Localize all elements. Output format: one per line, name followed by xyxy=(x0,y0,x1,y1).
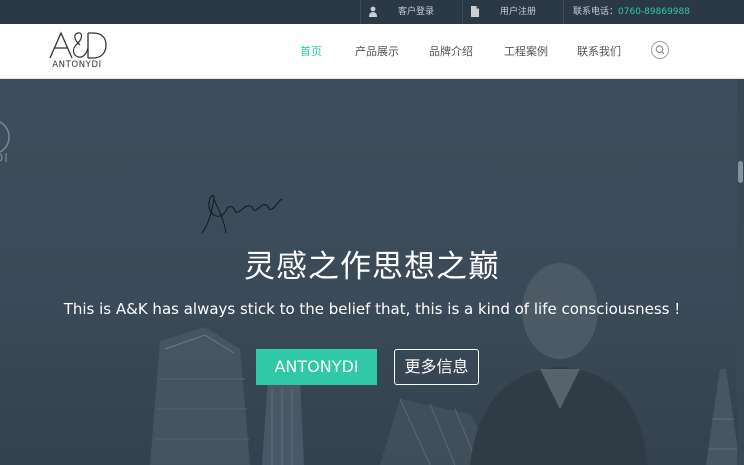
document-icon xyxy=(471,6,479,17)
hero-banner: DI 灵感之作思想之巅 This is A&K has always stick… xyxy=(0,79,744,465)
phone-number: 0760-89869988 xyxy=(618,7,690,17)
page-scrollbar[interactable] xyxy=(737,79,744,465)
site-header: ANTONYDI 首页 产品展示 品牌介绍 工程案例 联系我们 xyxy=(0,24,744,79)
user-register-link[interactable]: 用户注册 xyxy=(500,0,536,24)
logo[interactable]: ANTONYDI xyxy=(46,31,108,71)
hero-subtitle: This is A&K has always stick to the beli… xyxy=(63,300,681,318)
search-button[interactable] xyxy=(651,41,669,59)
antonydi-button[interactable]: ANTONYDI xyxy=(256,349,377,385)
customer-login-link[interactable]: 客户登录 xyxy=(398,0,434,24)
logo-text: ANTONYDI xyxy=(52,60,102,70)
partial-logo-text: DI xyxy=(0,151,9,165)
hero-title: 灵感之作思想之巅 xyxy=(244,249,500,285)
logo-mark xyxy=(49,31,107,59)
user-icon xyxy=(369,6,377,17)
phone-label: 联系电话： xyxy=(573,7,619,17)
scrollbar-thumb[interactable] xyxy=(738,161,743,183)
nav-item-home[interactable]: 首页 xyxy=(300,43,322,59)
more-info-button[interactable]: 更多信息 xyxy=(394,349,479,385)
signature-graphic xyxy=(201,194,283,234)
nav-item-contact[interactable]: 联系我们 xyxy=(577,43,621,59)
top-bar: 客户登录 用户注册 联系电话：0760-89869988 xyxy=(0,0,744,24)
search-icon xyxy=(655,45,665,55)
phone-info: 联系电话：0760-89869988 xyxy=(573,0,690,24)
nav-item-projects[interactable]: 工程案例 xyxy=(504,43,548,59)
nav-item-brand[interactable]: 品牌介绍 xyxy=(429,43,473,59)
nav-item-products[interactable]: 产品展示 xyxy=(355,43,399,59)
topbar-divider xyxy=(462,0,463,24)
topbar-divider xyxy=(563,0,564,24)
topbar-divider xyxy=(360,0,361,24)
